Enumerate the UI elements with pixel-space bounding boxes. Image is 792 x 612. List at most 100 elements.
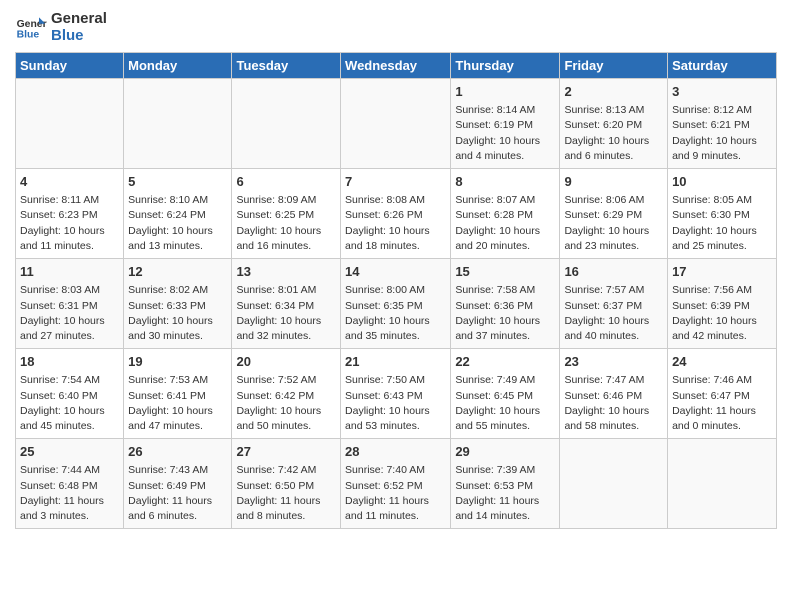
header-tuesday: Tuesday (232, 53, 341, 79)
day-number: 24 (672, 353, 772, 371)
day-number: 12 (128, 263, 227, 281)
day-info: Sunrise: 8:10 AM Sunset: 6:24 PM Dayligh… (128, 193, 227, 254)
day-info: Sunrise: 8:01 AM Sunset: 6:34 PM Dayligh… (236, 283, 336, 344)
day-cell: 6Sunrise: 8:09 AM Sunset: 6:25 PM Daylig… (232, 169, 341, 259)
day-cell: 12 Sunrise: 8:02 AM Sunset: 6:33 PM Dayli… (124, 259, 232, 349)
day-info: Sunrise: 8:07 AM Sunset: 6:28 PM Dayligh… (455, 193, 555, 254)
day-cell: 5 Sunrise: 8:10 AM Sunset: 6:24 PM Daylig… (124, 169, 232, 259)
logo-icon: General Blue (15, 11, 47, 43)
svg-text:Blue: Blue (17, 29, 40, 40)
day-number: 20 (236, 353, 336, 371)
header-sunday: Sunday (16, 53, 124, 79)
day-info: Sunrise: 7:54 AM Sunset: 6:40 PM Dayligh… (20, 373, 119, 434)
day-number: 27 (236, 443, 336, 461)
day-cell: 27 Sunrise: 7:42 AM Sunset: 6:50 PM Dayli… (232, 439, 341, 529)
day-number: 5 (128, 173, 227, 191)
header-row: SundayMondayTuesdayWednesdayThursdayFrid… (16, 53, 777, 79)
day-info: Sunrise: 8:12 AM Sunset: 6:21 PM Dayligh… (672, 103, 772, 164)
day-number: 29 (455, 443, 555, 461)
day-cell: 20 Sunrise: 7:52 AM Sunset: 6:42 PM Dayli… (232, 349, 341, 439)
day-cell (16, 79, 124, 169)
day-info: Sunrise: 7:43 AM Sunset: 6:49 PM Dayligh… (128, 463, 227, 524)
day-number: 22 (455, 353, 555, 371)
day-number: 7 (345, 173, 446, 191)
day-cell: 29 Sunrise: 7:39 AM Sunset: 6:53 PM Dayli… (451, 439, 560, 529)
day-cell: 11 Sunrise: 8:03 AM Sunset: 6:31 PM Dayli… (16, 259, 124, 349)
day-cell: 2 Sunrise: 8:13 AM Sunset: 6:20 PM Daylig… (560, 79, 668, 169)
day-info: Sunrise: 7:50 AM Sunset: 6:43 PM Dayligh… (345, 373, 446, 434)
day-number: 1 (455, 83, 555, 101)
logo-general: General (51, 10, 107, 27)
day-cell: 14 Sunrise: 8:00 AM Sunset: 6:35 PM Dayli… (341, 259, 451, 349)
day-cell (124, 79, 232, 169)
svg-text:General: General (17, 19, 47, 30)
day-number: 2 (564, 83, 663, 101)
day-info: Sunrise: 7:44 AM Sunset: 6:48 PM Dayligh… (20, 463, 119, 524)
day-info: Sunrise: 8:00 AM Sunset: 6:35 PM Dayligh… (345, 283, 446, 344)
day-cell: 16 Sunrise: 7:57 AM Sunset: 6:37 PM Dayli… (560, 259, 668, 349)
day-number: 16 (564, 263, 663, 281)
day-cell: 10 Sunrise: 8:05 AM Sunset: 6:30 PM Dayli… (668, 169, 777, 259)
day-info: Sunrise: 8:14 AM Sunset: 6:19 PM Dayligh… (455, 103, 555, 164)
day-cell: 1 Sunrise: 8:14 AM Sunset: 6:19 PM Daylig… (451, 79, 560, 169)
week-row-2: 11 Sunrise: 8:03 AM Sunset: 6:31 PM Dayli… (16, 259, 777, 349)
day-info: Sunrise: 7:40 AM Sunset: 6:52 PM Dayligh… (345, 463, 446, 524)
header-monday: Monday (124, 53, 232, 79)
day-number: 13 (236, 263, 336, 281)
day-info: Sunrise: 8:06 AM Sunset: 6:29 PM Dayligh… (564, 193, 663, 254)
day-cell: 15 Sunrise: 7:58 AM Sunset: 6:36 PM Dayli… (451, 259, 560, 349)
day-info: Sunrise: 8:03 AM Sunset: 6:31 PM Dayligh… (20, 283, 119, 344)
day-info: Sunrise: 8:08 AM Sunset: 6:26 PM Dayligh… (345, 193, 446, 254)
day-cell: 17 Sunrise: 7:56 AM Sunset: 6:39 PM Dayli… (668, 259, 777, 349)
day-number: 17 (672, 263, 772, 281)
day-number: 11 (20, 263, 119, 281)
day-info: Sunrise: 8:09 AM Sunset: 6:25 PM Dayligh… (236, 193, 336, 254)
day-number: 28 (345, 443, 446, 461)
day-cell: 28 Sunrise: 7:40 AM Sunset: 6:52 PM Dayli… (341, 439, 451, 529)
day-cell: 18 Sunrise: 7:54 AM Sunset: 6:40 PM Dayli… (16, 349, 124, 439)
day-cell: 3Sunrise: 8:12 AM Sunset: 6:21 PM Daylig… (668, 79, 777, 169)
day-number: 19 (128, 353, 227, 371)
header-saturday: Saturday (668, 53, 777, 79)
day-cell (560, 439, 668, 529)
header-friday: Friday (560, 53, 668, 79)
day-info: Sunrise: 8:05 AM Sunset: 6:30 PM Dayligh… (672, 193, 772, 254)
day-info: Sunrise: 7:57 AM Sunset: 6:37 PM Dayligh… (564, 283, 663, 344)
day-cell: 22 Sunrise: 7:49 AM Sunset: 6:45 PM Dayli… (451, 349, 560, 439)
day-cell: 25 Sunrise: 7:44 AM Sunset: 6:48 PM Dayli… (16, 439, 124, 529)
day-cell: 23 Sunrise: 7:47 AM Sunset: 6:46 PM Dayli… (560, 349, 668, 439)
calendar-table: SundayMondayTuesdayWednesdayThursdayFrid… (15, 52, 777, 529)
day-cell: 9Sunrise: 8:06 AM Sunset: 6:29 PM Daylig… (560, 169, 668, 259)
day-cell: 13 Sunrise: 8:01 AM Sunset: 6:34 PM Dayli… (232, 259, 341, 349)
day-cell: 7 Sunrise: 8:08 AM Sunset: 6:26 PM Daylig… (341, 169, 451, 259)
day-info: Sunrise: 7:47 AM Sunset: 6:46 PM Dayligh… (564, 373, 663, 434)
day-number: 26 (128, 443, 227, 461)
logo: General Blue General Blue (15, 10, 107, 44)
day-number: 4 (20, 173, 119, 191)
day-info: Sunrise: 7:49 AM Sunset: 6:45 PM Dayligh… (455, 373, 555, 434)
day-number: 10 (672, 173, 772, 191)
day-info: Sunrise: 7:58 AM Sunset: 6:36 PM Dayligh… (455, 283, 555, 344)
day-number: 18 (20, 353, 119, 371)
day-info: Sunrise: 8:13 AM Sunset: 6:20 PM Dayligh… (564, 103, 663, 164)
day-number: 15 (455, 263, 555, 281)
week-row-0: 1 Sunrise: 8:14 AM Sunset: 6:19 PM Daylig… (16, 79, 777, 169)
day-info: Sunrise: 7:42 AM Sunset: 6:50 PM Dayligh… (236, 463, 336, 524)
header-thursday: Thursday (451, 53, 560, 79)
day-info: Sunrise: 8:11 AM Sunset: 6:23 PM Dayligh… (20, 193, 119, 254)
day-cell: 19Sunrise: 7:53 AM Sunset: 6:41 PM Dayli… (124, 349, 232, 439)
week-row-4: 25 Sunrise: 7:44 AM Sunset: 6:48 PM Dayli… (16, 439, 777, 529)
day-number: 25 (20, 443, 119, 461)
day-cell: 4 Sunrise: 8:11 AM Sunset: 6:23 PM Daylig… (16, 169, 124, 259)
day-number: 8 (455, 173, 555, 191)
day-info: Sunrise: 7:52 AM Sunset: 6:42 PM Dayligh… (236, 373, 336, 434)
page-header: General Blue General Blue (15, 10, 777, 44)
day-info: Sunrise: 8:02 AM Sunset: 6:33 PM Dayligh… (128, 283, 227, 344)
day-number: 14 (345, 263, 446, 281)
day-number: 23 (564, 353, 663, 371)
day-cell: 26 Sunrise: 7:43 AM Sunset: 6:49 PM Dayli… (124, 439, 232, 529)
day-cell (341, 79, 451, 169)
day-info: Sunrise: 7:39 AM Sunset: 6:53 PM Dayligh… (455, 463, 555, 524)
day-info: Sunrise: 7:56 AM Sunset: 6:39 PM Dayligh… (672, 283, 772, 344)
day-number: 21 (345, 353, 446, 371)
